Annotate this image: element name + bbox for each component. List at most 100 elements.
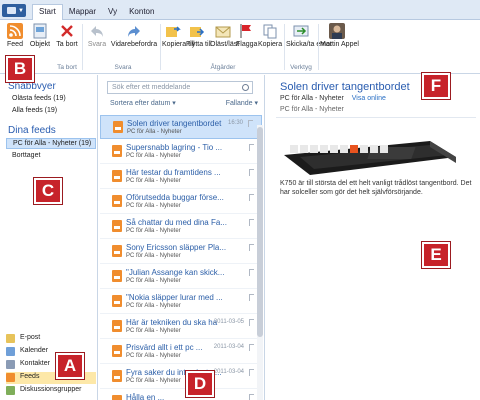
flag-icon[interactable] bbox=[249, 244, 254, 251]
ribbon-separator bbox=[82, 24, 83, 70]
tab-accounts[interactable]: Konton bbox=[123, 5, 160, 20]
message-row[interactable]: Supersnabb lagring - Tio ... PC för Alla … bbox=[100, 140, 262, 164]
callout-label-f: F bbox=[422, 73, 450, 99]
ribbon: Feed Objekt Ta bort Svara Vidarebefordra… bbox=[0, 20, 480, 74]
copy-to-folder-icon bbox=[166, 26, 181, 37]
flag-icon[interactable] bbox=[249, 344, 254, 351]
message-date: 2011-03-04 bbox=[213, 344, 244, 350]
flag-icon bbox=[240, 24, 251, 38]
mail-app-window: ▼ Start Mappar Vy Konton Feed Objekt Ta … bbox=[0, 0, 480, 400]
tab-start[interactable]: Start bbox=[32, 4, 63, 20]
flag-icon[interactable] bbox=[248, 120, 253, 127]
search-icon[interactable] bbox=[242, 84, 249, 91]
message-row[interactable]: Sony Ericsson släpper Pla... PC för Alla … bbox=[100, 240, 262, 264]
message-list-scrollbar[interactable] bbox=[257, 125, 263, 400]
rss-item-icon bbox=[112, 170, 122, 182]
message-row[interactable]: Hålla en ... bbox=[100, 390, 262, 400]
module-newsgroups[interactable]: Diskussionsgrupper bbox=[6, 385, 96, 397]
keyboard-image bbox=[284, 141, 456, 175]
message-row[interactable]: Så chattar du med dina Fa... PC för Alla … bbox=[100, 215, 262, 239]
ribbon-tab-bar: ▼ Start Mappar Vy Konton bbox=[0, 0, 480, 20]
new-object-button[interactable]: Objekt bbox=[28, 23, 52, 49]
view-online-link[interactable]: Visa online bbox=[352, 95, 386, 102]
message-source: PC för Alla - Nyheter bbox=[126, 328, 181, 334]
group-label-actions: Åtgärder bbox=[210, 64, 236, 71]
new-feed-button[interactable]: Feed bbox=[4, 23, 26, 49]
sort-order-dropdown[interactable]: Fallande ▾ bbox=[226, 99, 258, 107]
message-row[interactable]: Solen driver tangentbordet 16:30 PC för Al… bbox=[100, 115, 262, 139]
message-row[interactable]: Prisvärd allt i ett pc ... 2011-03-04 PC f… bbox=[100, 340, 262, 364]
message-row[interactable]: Här testar du framtidens ... PC för Alla … bbox=[100, 165, 262, 189]
rss-item-icon bbox=[112, 245, 122, 257]
rss-feed-icon bbox=[6, 373, 15, 382]
flag-icon[interactable] bbox=[249, 144, 254, 151]
rss-item-icon bbox=[112, 145, 122, 157]
move-to-button[interactable]: Flytta till bbox=[186, 23, 212, 49]
flag-icon[interactable] bbox=[249, 394, 254, 400]
avatar bbox=[329, 23, 345, 39]
user-account-button[interactable]: Martin Appel bbox=[320, 23, 359, 49]
rss-item-icon bbox=[112, 220, 122, 232]
flag-icon[interactable] bbox=[249, 319, 254, 326]
article-source: PC för Alla - Nyheter bbox=[280, 95, 344, 102]
scrollbar-thumb[interactable] bbox=[257, 127, 263, 337]
unread-feeds-item[interactable]: Olästa feeds (19) bbox=[12, 95, 66, 102]
file-menu-button[interactable]: ▼ bbox=[2, 4, 26, 17]
tab-view[interactable]: Vy bbox=[102, 5, 123, 20]
contacts-icon bbox=[6, 360, 15, 369]
message-date: 16:30 bbox=[227, 120, 243, 126]
message-title: Oförutsedda buggar förse... bbox=[126, 193, 224, 202]
mail-menu-icon bbox=[7, 7, 16, 14]
message-title: Här testar du framtidens ... bbox=[126, 168, 221, 177]
message-source: PC för Alla - Nyheter bbox=[126, 228, 181, 234]
article-subsource: PC för Alla - Nyheter bbox=[280, 106, 344, 113]
send-receive-button[interactable]: Skicka/ta emot bbox=[286, 23, 332, 49]
delete-button[interactable]: Ta bort bbox=[56, 23, 78, 49]
reading-pane: Solen driver tangentbordet PC för Alla -… bbox=[266, 75, 480, 400]
copy-to-button[interactable]: Kopiera till bbox=[162, 23, 195, 49]
copy-icon bbox=[263, 24, 277, 39]
tab-folders[interactable]: Mappar bbox=[63, 5, 102, 20]
message-title: "Julian Assange kan skick... bbox=[126, 268, 225, 277]
message-source: PC för Alla - Nyheter bbox=[126, 253, 181, 259]
your-feeds-header[interactable]: Dina feeds bbox=[8, 125, 56, 136]
flag-icon[interactable] bbox=[249, 294, 254, 301]
flag-icon[interactable] bbox=[249, 219, 254, 226]
all-feeds-item[interactable]: Alla feeds (19) bbox=[12, 107, 57, 114]
group-label-delete: Ta bort bbox=[57, 64, 77, 71]
message-source: PC för Alla - Nyheter bbox=[126, 203, 181, 209]
article-body: K750 är till största del ett helt vanlig… bbox=[280, 180, 472, 196]
forward-button[interactable]: Vidarebefordra bbox=[110, 23, 158, 49]
delete-x-icon bbox=[61, 25, 73, 37]
sort-by-date-dropdown[interactable]: Sortera efter datum ▾ bbox=[110, 100, 176, 107]
message-row[interactable]: Fyra saker du inte visste ... 2011-03-04 P… bbox=[100, 365, 262, 389]
message-date: 2011-03-05 bbox=[213, 319, 244, 325]
read-unread-button[interactable]: Oläst/läst bbox=[210, 23, 239, 49]
ribbon-separator bbox=[160, 24, 161, 70]
rss-item-icon bbox=[112, 345, 122, 357]
callout-label-e: E bbox=[422, 242, 450, 268]
message-row[interactable]: "Nokia släpper lurar med ... PC för Alla … bbox=[100, 290, 262, 314]
feed-item-pc-for-alla[interactable]: PC för Alla - Nyheter (19) bbox=[6, 138, 96, 149]
quick-views-header[interactable]: Snabbvyer bbox=[8, 81, 56, 92]
ribbon-separator bbox=[318, 24, 319, 70]
deleted-item[interactable]: Borttaget bbox=[12, 152, 40, 159]
envelope-icon bbox=[215, 26, 231, 38]
flag-icon[interactable] bbox=[249, 269, 254, 276]
module-mail[interactable]: E-post bbox=[6, 333, 96, 345]
copy-button[interactable]: Kopiera bbox=[258, 23, 282, 49]
rss-item-icon bbox=[112, 195, 122, 207]
flag-button[interactable]: Flagga bbox=[236, 23, 257, 49]
reply-button[interactable]: Svara bbox=[86, 23, 108, 49]
flag-icon[interactable] bbox=[249, 194, 254, 201]
message-row[interactable]: "Julian Assange kan skick... PC för Alla … bbox=[100, 265, 262, 289]
flag-icon[interactable] bbox=[249, 169, 254, 176]
newsgroups-icon bbox=[6, 386, 15, 395]
flag-icon[interactable] bbox=[249, 369, 254, 376]
rss-item-icon bbox=[113, 121, 123, 133]
search-input[interactable]: Sök efter ett meddelande bbox=[107, 81, 253, 94]
message-row[interactable]: Oförutsedda buggar förse... PC för Alla -… bbox=[100, 190, 262, 214]
message-title: Solen driver tangentbordet bbox=[127, 119, 222, 128]
calendar-icon bbox=[6, 347, 15, 356]
message-row[interactable]: Här är tekniken du ska ha 2011-03-05 PC fö… bbox=[100, 315, 262, 339]
